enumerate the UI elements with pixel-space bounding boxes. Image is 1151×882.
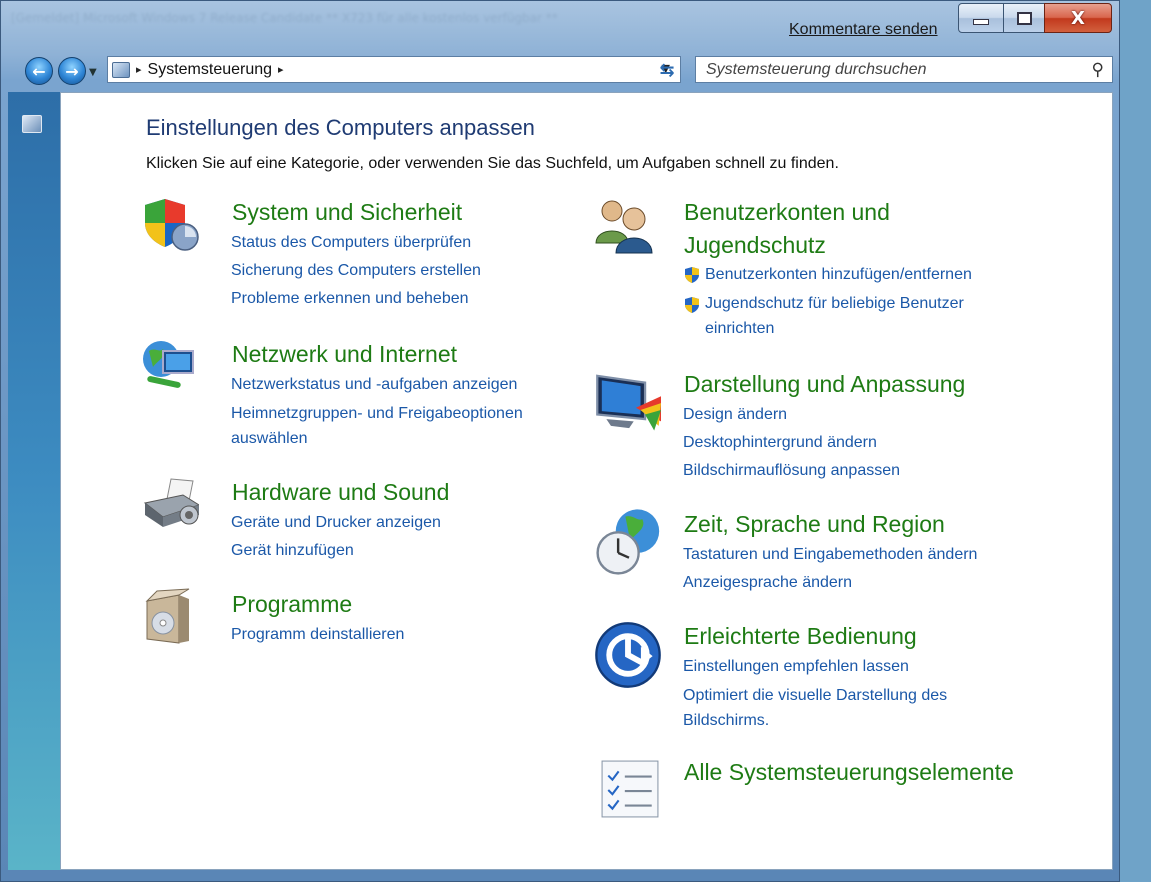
title-bar[interactable]: [Gemeldet] Microsoft Windows 7 Release C… (1, 1, 1119, 45)
link-check-status[interactable]: Status des Computers überprüfen (231, 229, 481, 257)
arrow-left-icon: ← (32, 61, 46, 81)
link-parental-controls[interactable]: Jugendschutz für beliebige Benutzer einr… (683, 291, 1013, 341)
display-palette-icon[interactable] (594, 369, 662, 435)
category-title-ease[interactable]: Erleichterte Bedienung (684, 621, 917, 652)
address-root-chevron[interactable]: ▸ (136, 63, 142, 76)
recent-pages-dropdown[interactable]: ▼ (89, 67, 97, 78)
maximize-icon (1016, 11, 1032, 25)
checklist-icon[interactable] (594, 759, 666, 819)
shield-icon[interactable] (141, 195, 199, 253)
programs-box-icon[interactable] (141, 587, 199, 645)
search-box[interactable]: ⚲ (695, 56, 1113, 83)
category-title-users[interactable]: Benutzerkonten und (684, 197, 890, 228)
category-title-system[interactable]: System und Sicherheit (232, 197, 462, 228)
link-network-status[interactable]: Netzwerkstatus und -aufgaben anzeigen (231, 371, 581, 399)
printer-icon[interactable] (141, 475, 199, 533)
link-uninstall-program[interactable]: Programm deinstallieren (231, 621, 404, 649)
category-title-hardware[interactable]: Hardware und Sound (232, 477, 449, 508)
category-title-all[interactable]: Alle Systemsteuerungselemente (684, 757, 1014, 788)
ease-of-access-icon[interactable] (594, 621, 662, 689)
uac-shield-icon (685, 297, 699, 313)
link-parental-controls-label: Jugendschutz für beliebige Benutzer einr… (705, 295, 964, 337)
users-icon[interactable] (592, 197, 654, 255)
close-button[interactable]: X (1044, 3, 1112, 33)
link-troubleshoot[interactable]: Probleme erkennen und beheben (231, 285, 481, 313)
uac-shield-icon (685, 267, 699, 283)
network-globe-icon[interactable] (141, 337, 199, 395)
link-display-language[interactable]: Anzeigesprache ändern (683, 569, 977, 597)
clock-globe-icon[interactable] (594, 507, 664, 577)
link-screen-resolution[interactable]: Bildschirmauflösung anpassen (683, 457, 900, 485)
address-bar[interactable]: ▸ Systemsteuerung ▸ ▼ (107, 56, 681, 83)
minimize-icon (973, 19, 989, 25)
navigation-bar: ← → ▼ ▸ Systemsteuerung ▸ ▼ ⇆ ⚲ (1, 45, 1119, 91)
control-panel-icon (22, 115, 42, 133)
breadcrumb-control-panel[interactable]: Systemsteuerung (148, 61, 273, 79)
address-chevron[interactable]: ▸ (278, 63, 284, 76)
category-title-users-line2[interactable]: Jugendschutz (684, 230, 826, 261)
arrow-right-icon: → (65, 61, 79, 81)
forward-button[interactable]: → (58, 57, 86, 85)
link-backup[interactable]: Sicherung des Computers erstellen (231, 257, 481, 285)
category-title-appearance[interactable]: Darstellung und Anpassung (684, 369, 965, 400)
link-add-remove-accounts[interactable]: Benutzerkonten hinzufügen/entfernen (683, 261, 1013, 289)
window-title: [Gemeldet] Microsoft Windows 7 Release C… (11, 11, 558, 25)
search-icon[interactable]: ⚲ (1092, 60, 1104, 80)
category-title-clock[interactable]: Zeit, Sprache und Region (684, 509, 945, 540)
control-panel-icon (112, 61, 130, 78)
link-add-remove-accounts-label: Benutzerkonten hinzufügen/entfernen (705, 266, 972, 283)
page-subtitle: Klicken Sie auf eine Kategorie, oder ver… (146, 155, 839, 172)
link-add-device[interactable]: Gerät hinzufügen (231, 537, 441, 565)
link-recommend-settings[interactable]: Einstellungen empfehlen lassen (683, 653, 1003, 681)
content-pane: Einstellungen des Computers anpassen Kli… (60, 92, 1113, 870)
left-pane (8, 92, 60, 870)
link-change-theme[interactable]: Design ändern (683, 401, 900, 429)
minimize-button[interactable] (958, 3, 1004, 33)
link-homegroup[interactable]: Heimnetzgruppen- und Freigabeoptionen au… (231, 401, 581, 451)
refresh-icon[interactable]: ⇆ (655, 60, 679, 81)
category-title-network[interactable]: Netzwerk und Internet (232, 339, 457, 370)
maximize-button[interactable] (1003, 3, 1045, 33)
link-keyboards-input[interactable]: Tastaturen und Eingabemethoden ändern (683, 541, 977, 569)
feedback-link[interactable]: Kommentare senden (789, 21, 938, 39)
link-optimize-display[interactable]: Optimiert die visuelle Darstellung des B… (683, 683, 1003, 733)
search-input[interactable] (696, 57, 1076, 82)
link-devices-printers[interactable]: Geräte und Drucker anzeigen (231, 509, 441, 537)
category-title-programs[interactable]: Programme (232, 589, 352, 620)
page-title: Einstellungen des Computers anpassen (146, 115, 535, 140)
close-icon: X (1071, 7, 1085, 29)
back-button[interactable]: ← (25, 57, 53, 85)
link-desktop-background[interactable]: Desktophintergrund ändern (683, 429, 900, 457)
